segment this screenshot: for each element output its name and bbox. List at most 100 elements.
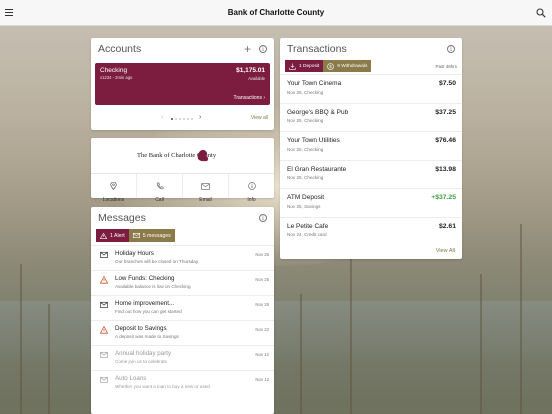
svg-text:$: $ <box>330 64 333 69</box>
transaction-name: El Gran Restaurante <box>287 165 347 173</box>
transaction-amount: $76.46 <box>435 137 456 144</box>
messages-info-icon[interactable]: i <box>259 214 267 222</box>
tab-deposits-label: 1 Deposit <box>299 63 320 69</box>
transaction-amount: $7.50 <box>438 80 456 87</box>
hamburger-menu-icon[interactable] <box>5 9 13 17</box>
transactions-info-icon[interactable]: i <box>447 45 455 53</box>
message-item[interactable]: Holiday Hours Our branches will be close… <box>91 245 274 270</box>
transaction-row[interactable]: El Gran Restaurante Nov 25, Checking $13… <box>280 159 462 189</box>
transaction-date: Nov 25, Checking <box>287 118 324 123</box>
call-label: Call <box>155 197 164 203</box>
transaction-name: Your Town Cinema <box>287 80 342 87</box>
accounts-header: Accounts + i <box>91 38 274 60</box>
transactions-period: Past 48hrs <box>435 63 457 69</box>
download-icon <box>289 63 296 70</box>
app-title: Bank of Charlotte County <box>227 8 325 17</box>
email-label: Email <box>199 197 212 203</box>
transaction-amount: $37.25 <box>435 108 456 116</box>
locations-button[interactable]: Locations <box>91 174 136 203</box>
transactions-card: Transactions i 1 Deposit $ 9 Withdrawals… <box>280 38 462 259</box>
tab-messages[interactable]: 5 messages <box>128 229 175 242</box>
messages-header: Messages i <box>91 207 274 229</box>
transaction-amount: $2.61 <box>438 222 456 230</box>
messages-card: Messages i 1 Alert 5 messages Holiday Ho… <box>91 207 274 414</box>
tab-withdrawals[interactable]: $ 9 Withdrawals <box>323 60 372 72</box>
transaction-name: George's BBQ & Pub <box>287 108 349 116</box>
message-item[interactable]: Auto Loans Whether you want a loan to bu… <box>91 370 274 395</box>
accounts-info-icon[interactable]: i <box>259 45 267 53</box>
account-tile-checking[interactable]: Checking x1234 - 2min ago $1,175.01 Avai… <box>95 63 270 105</box>
info-button[interactable]: Info <box>228 174 274 203</box>
message-date: Nov 25 <box>255 252 269 257</box>
transaction-row[interactable]: ATM Deposit Nov 25, Savings +$37.25 <box>280 188 462 217</box>
tab-messages-label: 5 messages <box>142 232 171 239</box>
mail-icon <box>100 301 108 308</box>
accounts-title: Accounts <box>98 43 142 55</box>
phone-icon <box>156 182 164 190</box>
chevron-right-icon: › <box>263 95 265 101</box>
transaction-amount: +$37.25 <box>431 194 456 201</box>
dollar-coin-icon: $ <box>327 62 335 70</box>
message-date: Nov 12 <box>255 377 269 382</box>
transactions-view-all-link[interactable]: View All <box>436 248 455 254</box>
call-button[interactable]: Call <box>136 174 182 203</box>
background-grass <box>350 254 352 414</box>
transaction-date: Nov 24, Credit card <box>287 232 327 237</box>
crown-logo-icon <box>197 149 209 162</box>
chevron-right-icon[interactable]: › <box>199 114 201 121</box>
messages-title: Messages <box>98 212 146 224</box>
transactions-list: Your Town Cinema Nov 25, Checking $7.50 … <box>280 74 462 245</box>
messages-tabs: 1 Alert 5 messages <box>91 229 274 242</box>
message-preview: Find out how you can get started <box>115 309 182 314</box>
message-item[interactable]: Annual holiday party Come join us to cel… <box>91 345 274 370</box>
chevron-left-icon[interactable]: ‹ <box>161 114 163 121</box>
tab-alerts[interactable]: 1 Alert <box>96 229 129 242</box>
tab-withdrawals-label: 9 Withdrawals <box>337 63 368 69</box>
transactions-tabs: 1 Deposit $ 9 Withdrawals Past 48hrs <box>280 60 462 72</box>
add-account-icon[interactable]: + <box>244 43 251 55</box>
message-title: Holiday Hours <box>115 250 154 257</box>
message-item[interactable]: Home improvement... Find out how you can… <box>91 295 274 320</box>
accounts-pager: ‹ › View all <box>91 114 274 124</box>
background-grass <box>48 304 50 414</box>
transaction-row[interactable]: George's BBQ & Pub Nov 25, Checking $37.… <box>280 102 462 132</box>
page-dots <box>171 118 193 120</box>
background-grass <box>520 224 522 414</box>
transactions-header: Transactions i <box>280 38 462 60</box>
transaction-row[interactable]: Your Town Utilities Nov 25, Checking $76… <box>280 131 462 160</box>
message-item[interactable]: Low Funds: Checking Available balance is… <box>91 270 274 295</box>
message-title: Home improvement... <box>115 300 175 307</box>
mail-icon <box>100 251 108 258</box>
bank-actions-bar: Locations Call Email Info <box>91 173 274 203</box>
message-date: Nov 25 <box>255 277 269 282</box>
accounts-view-all-link[interactable]: View all <box>251 115 268 121</box>
search-icon[interactable] <box>536 8 546 18</box>
transaction-date: Nov 25, Savings <box>287 203 321 209</box>
message-date: Nov 12 <box>255 352 269 357</box>
transaction-name: Le Petite Cafe <box>287 222 329 230</box>
mail-icon <box>100 376 108 383</box>
mail-icon <box>201 183 210 190</box>
account-available-label: Available <box>248 76 265 81</box>
tab-deposits[interactable]: 1 Deposit <box>285 60 324 72</box>
message-title: Deposit to Savings <box>115 325 167 332</box>
location-pin-icon <box>110 181 117 191</box>
messages-list: Holiday Hours Our branches will be close… <box>91 245 274 395</box>
message-item[interactable]: Deposit to Savings A deposit was made to… <box>91 320 274 345</box>
top-bar: Bank of Charlotte County <box>0 0 552 26</box>
warning-icon <box>100 276 108 284</box>
transaction-name: ATM Deposit <box>287 194 325 201</box>
transaction-row[interactable]: Your Town Cinema Nov 25, Checking $7.50 <box>280 74 462 103</box>
account-subtitle: x1234 - 2min ago <box>100 75 133 80</box>
transaction-row[interactable]: Le Petite Cafe Nov 24, Credit card $2.61 <box>280 216 462 246</box>
mail-icon <box>100 351 108 358</box>
accounts-card: Accounts + i Checking x1234 - 2min ago $… <box>91 38 274 130</box>
info-label: Info <box>247 197 256 203</box>
tab-alerts-label: 1 Alert <box>110 232 125 239</box>
account-transactions-link[interactable]: Transactions › <box>234 95 266 101</box>
transaction-amount: $13.98 <box>435 165 456 173</box>
message-preview: Come join us to celebrate <box>115 359 168 364</box>
message-preview: Whether you want a loan to buy a new or … <box>115 384 210 389</box>
transaction-name: Your Town Utilities <box>287 137 340 144</box>
email-button[interactable]: Email <box>182 174 228 203</box>
